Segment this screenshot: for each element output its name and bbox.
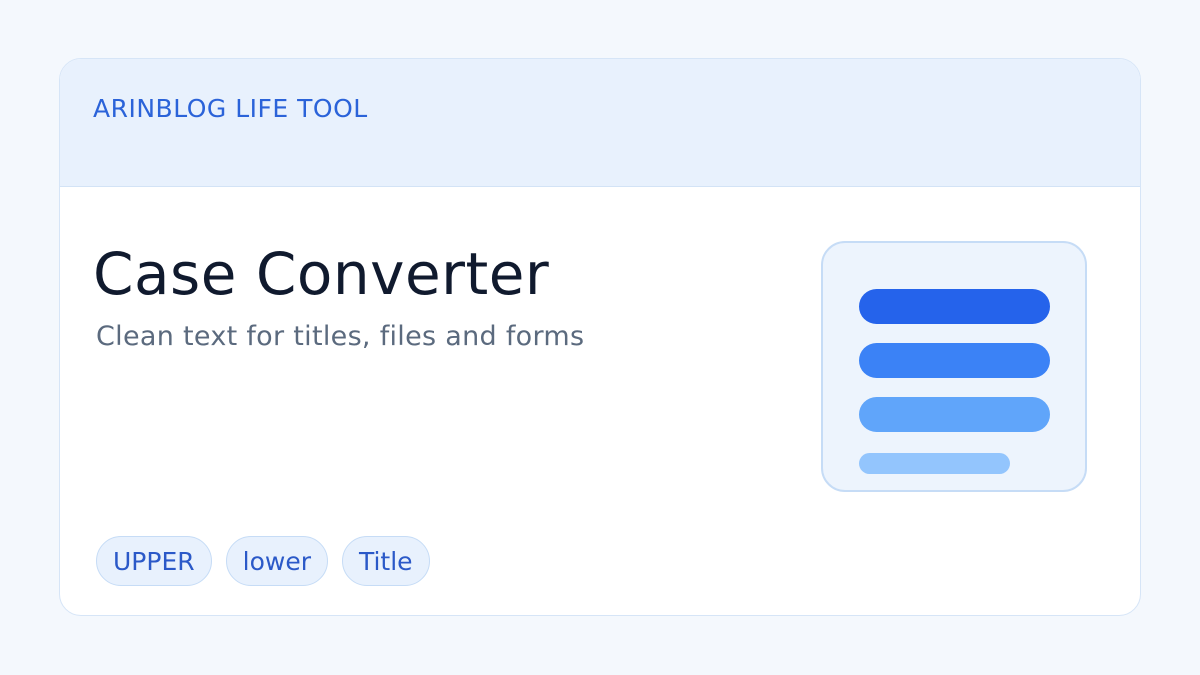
page-title: Case Converter [93,240,550,308]
tag-upper[interactable]: UPPER [96,536,212,586]
tag-lower[interactable]: lower [225,536,328,586]
brand-label: ARINBLOG LIFE TOOL [93,94,368,123]
page-subtitle: Clean text for titles, files and forms [96,321,585,352]
text-line-2 [859,343,1050,378]
text-line-3 [859,397,1050,432]
text-line-1 [859,289,1050,324]
case-options: UPPER lower Title [96,536,430,586]
tool-card: ARINBLOG LIFE TOOL Case Converter Clean … [59,58,1141,616]
card-header: ARINBLOG LIFE TOOL [60,59,1140,187]
text-lines-icon [821,241,1087,492]
text-line-4 [859,453,1010,474]
tag-title[interactable]: Title [341,536,430,586]
